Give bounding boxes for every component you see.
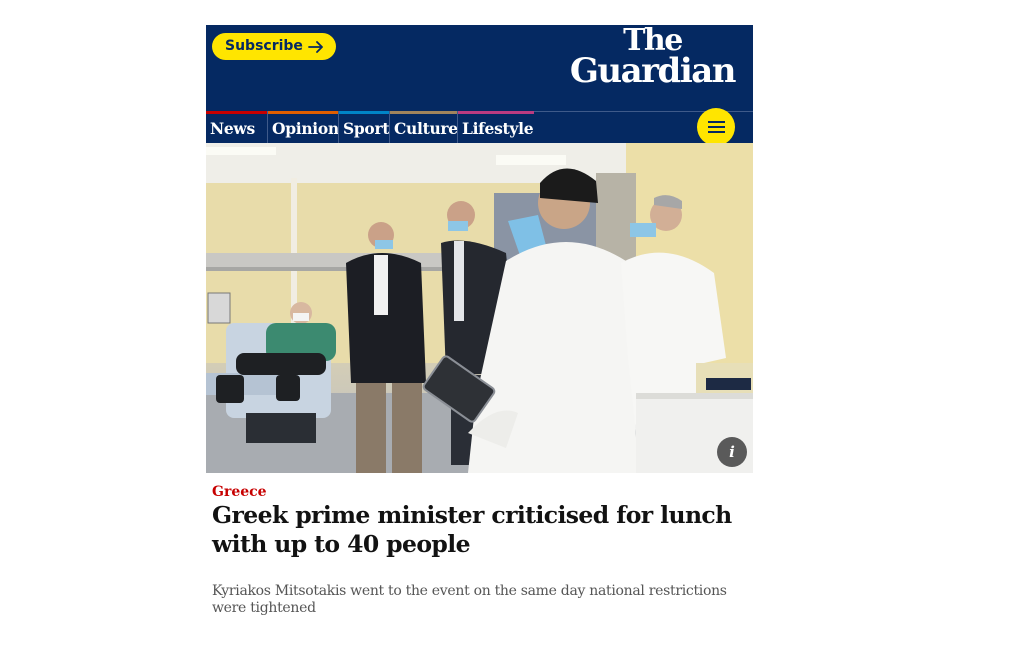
hamburger-menu-icon[interactable] xyxy=(697,108,735,146)
hospital-scene-illustration xyxy=(206,143,753,473)
article-hero-image: i xyxy=(206,143,753,473)
nav-item-lifestyle[interactable]: Lifestyle xyxy=(457,111,534,144)
subscribe-button[interactable]: Subscribe xyxy=(212,33,336,60)
nav-item-sport[interactable]: Sport xyxy=(338,111,390,144)
nav-item-news[interactable]: News xyxy=(206,111,267,144)
logo-line-2: Guardian xyxy=(569,51,737,91)
article-card: Subscribe The Guardian News Opinion Spor… xyxy=(206,25,753,625)
masthead: Subscribe The Guardian xyxy=(206,25,753,111)
arrow-right-icon xyxy=(308,40,323,53)
article-standfirst: Kyriakos Mitsotakis went to the event on… xyxy=(212,583,727,616)
nav-item-opinion[interactable]: Opinion xyxy=(267,111,339,144)
nav-item-culture[interactable]: Culture xyxy=(389,111,458,144)
image-info-button[interactable]: i xyxy=(717,437,747,467)
article-headline[interactable]: Greek prime minister criticised for lunc… xyxy=(212,501,747,559)
section-kicker[interactable]: Greece xyxy=(212,484,267,500)
guardian-logo[interactable]: The Guardian xyxy=(569,26,737,91)
section-nav: News Opinion Sport Culture Lifestyle xyxy=(206,111,753,144)
subscribe-label: Subscribe xyxy=(225,38,303,54)
